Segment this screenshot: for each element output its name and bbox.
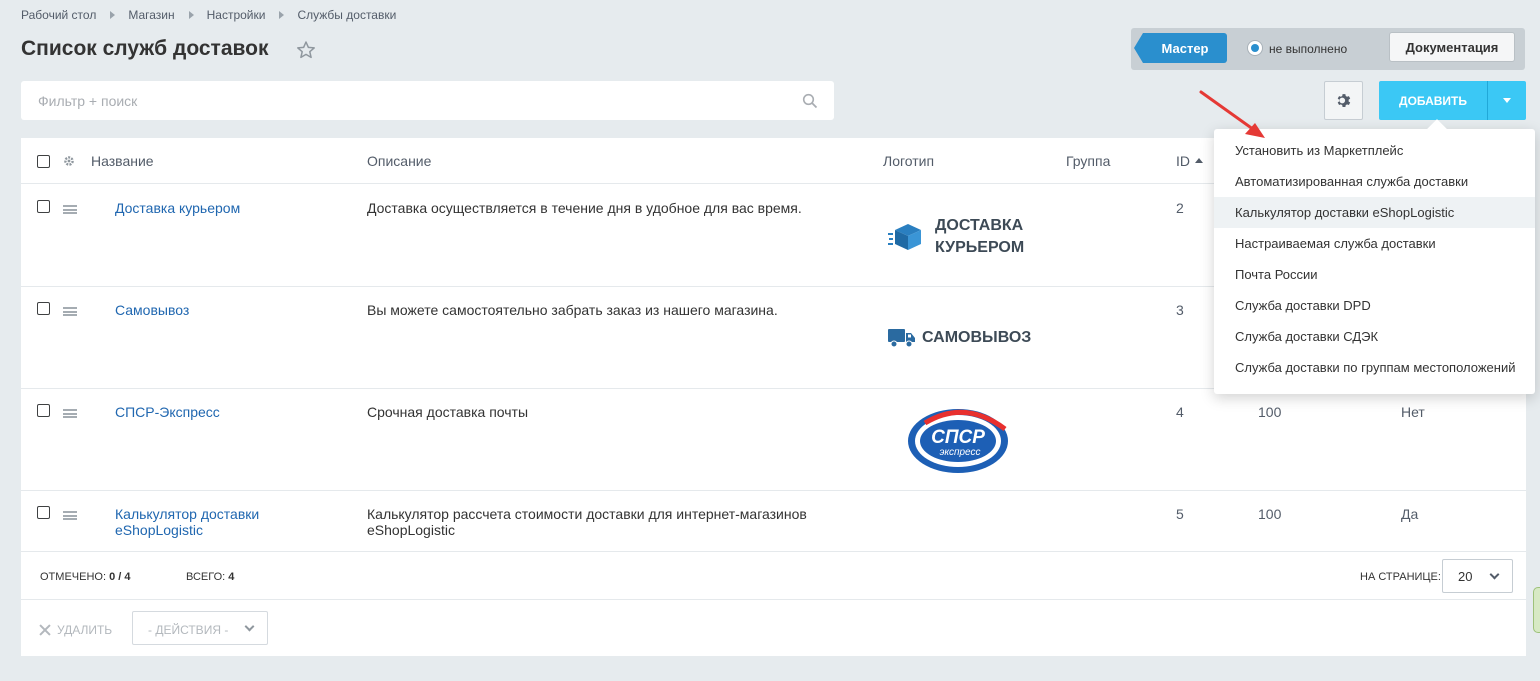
documentation-button[interactable]: Документация [1389,32,1515,62]
row-checkbox[interactable] [37,200,50,213]
drag-handle-icon[interactable] [63,205,77,214]
add-button[interactable]: ДОБАВИТЬ [1379,81,1487,120]
chevron-down-icon [244,621,255,632]
settings-button[interactable] [1324,81,1363,120]
service-name-link[interactable]: Калькулятор доставки eShopLogistic [115,506,295,538]
selected-count: ОТМЕЧЕНО: 0 / 4 [40,571,131,583]
grid-actions: УДАЛИТЬ - ДЕЙСТВИЯ - [21,601,1526,656]
master-panel: Мастер не выполнено Документация [1131,28,1525,70]
breadcrumb-separator-icon [188,11,194,19]
service-id: 5 [1176,506,1184,522]
breadcrumb-separator-icon [110,11,116,19]
sort-asc-icon [1195,157,1203,163]
filter-search [21,81,834,120]
add-dropdown-menu: Установить из Маркетплейс Автоматизирова… [1214,129,1535,394]
side-tab[interactable] [1533,587,1540,633]
service-description: Калькулятор рассчета стоимости доставки … [367,506,807,538]
select-all-checkbox[interactable] [37,155,50,168]
drag-handle-icon[interactable] [63,511,77,520]
svg-text:СПСР: СПСР [931,427,985,448]
truck-icon [888,329,915,348]
service-description: Доставка осуществляется в течение дня в … [367,200,802,216]
pickup-logo-text: САМОВЫВОЗ [922,329,1032,346]
row-checkbox[interactable] [37,404,50,417]
close-icon [39,624,51,636]
per-page-select[interactable]: 20 [1442,559,1513,593]
caret-down-icon [1503,98,1511,103]
menu-item-configurable[interactable]: Настраиваемая служба доставки [1214,228,1535,259]
row-checkbox[interactable] [37,506,50,519]
page-title: Список служб доставок [21,37,269,60]
breadcrumb-settings[interactable]: Настройки [207,8,266,22]
column-id[interactable]: ID [1176,153,1203,169]
annotation-arrow-icon [1199,90,1265,138]
service-name-link[interactable]: Самовывоз [115,302,295,318]
column-id-label: ID [1176,153,1190,169]
breadcrumb-desktop[interactable]: Рабочий стол [21,8,96,22]
search-input[interactable] [21,81,781,120]
drag-handle-icon[interactable] [63,307,77,316]
menu-item-cdek[interactable]: Служба доставки СДЭК [1214,321,1535,352]
master-button[interactable]: Мастер [1134,33,1227,63]
service-name-link[interactable]: СПСР-Экспресс [115,404,295,420]
master-status: не выполнено [1269,42,1348,56]
courier-logo-text: ДОСТАВКА КУРЬЕРОМ [935,217,1025,256]
column-logo[interactable]: Логотип [883,153,934,169]
spsr-logo: СПСР экспресс [908,409,1008,473]
column-group[interactable]: Группа [1066,153,1110,169]
total-count: ВСЕГО: 4 [186,571,235,583]
service-active: Да [1401,506,1419,522]
breadcrumb: Рабочий стол Магазин Настройки Службы до… [21,8,396,22]
service-sort: 100 [1258,404,1282,420]
grid-footer: ОТМЕЧЕНО: 0 / 4 ВСЕГО: 4 НА СТРАНИЦЕ: 20 [21,552,1526,600]
service-description: Срочная доставка почты [367,404,529,420]
box-icon [888,224,921,250]
per-page-label: НА СТРАНИЦЕ: [1360,571,1441,583]
row-checkbox[interactable] [37,302,50,315]
column-name[interactable]: Название [91,153,154,169]
add-dropdown-toggle[interactable] [1487,81,1526,120]
pickup-logo: САМОВЫВОЗ [888,327,1031,349]
courier-logo: ДОСТАВКА КУРЬЕРОМ [888,215,1024,259]
actions-select[interactable]: - ДЕЙСТВИЯ - [132,611,268,645]
svg-text:экспресс: экспресс [939,447,980,458]
menu-item-dpd[interactable]: Служба доставки DPD [1214,290,1535,321]
service-name-link[interactable]: Доставка курьером [115,200,295,216]
service-active: Нет [1401,404,1425,420]
gear-icon [1337,94,1351,107]
delete-button[interactable]: УДАЛИТЬ [39,623,112,637]
service-id: 3 [1176,302,1184,318]
table-row: СПСР-Экспресс Срочная доставка почты СПС… [21,389,1526,491]
menu-item-eshoplogistic[interactable]: Калькулятор доставки eShopLogistic [1214,197,1535,228]
table-row: Калькулятор доставки eShopLogistic Кальк… [21,491,1526,552]
service-sort: 100 [1258,506,1282,522]
breadcrumb-shop[interactable]: Магазин [128,8,174,22]
search-icon[interactable] [802,93,818,109]
menu-item-russian-post[interactable]: Почта России [1214,259,1535,290]
menu-item-location-groups[interactable]: Служба доставки по группам местоположени… [1214,352,1535,383]
breadcrumb-delivery-services[interactable]: Службы доставки [297,8,396,22]
service-id: 4 [1176,404,1184,420]
menu-item-automated[interactable]: Автоматизированная служба доставки [1214,166,1535,197]
chevron-down-icon [1489,569,1500,580]
service-id: 2 [1176,200,1184,216]
service-description: Вы можете самостоятельно забрать заказ и… [367,302,778,318]
breadcrumb-separator-icon [279,11,285,19]
drag-handle-icon[interactable] [63,409,77,418]
column-settings-icon[interactable] [63,155,75,167]
status-radio-icon [1247,40,1263,56]
star-icon[interactable] [296,40,316,60]
column-description[interactable]: Описание [367,153,431,169]
